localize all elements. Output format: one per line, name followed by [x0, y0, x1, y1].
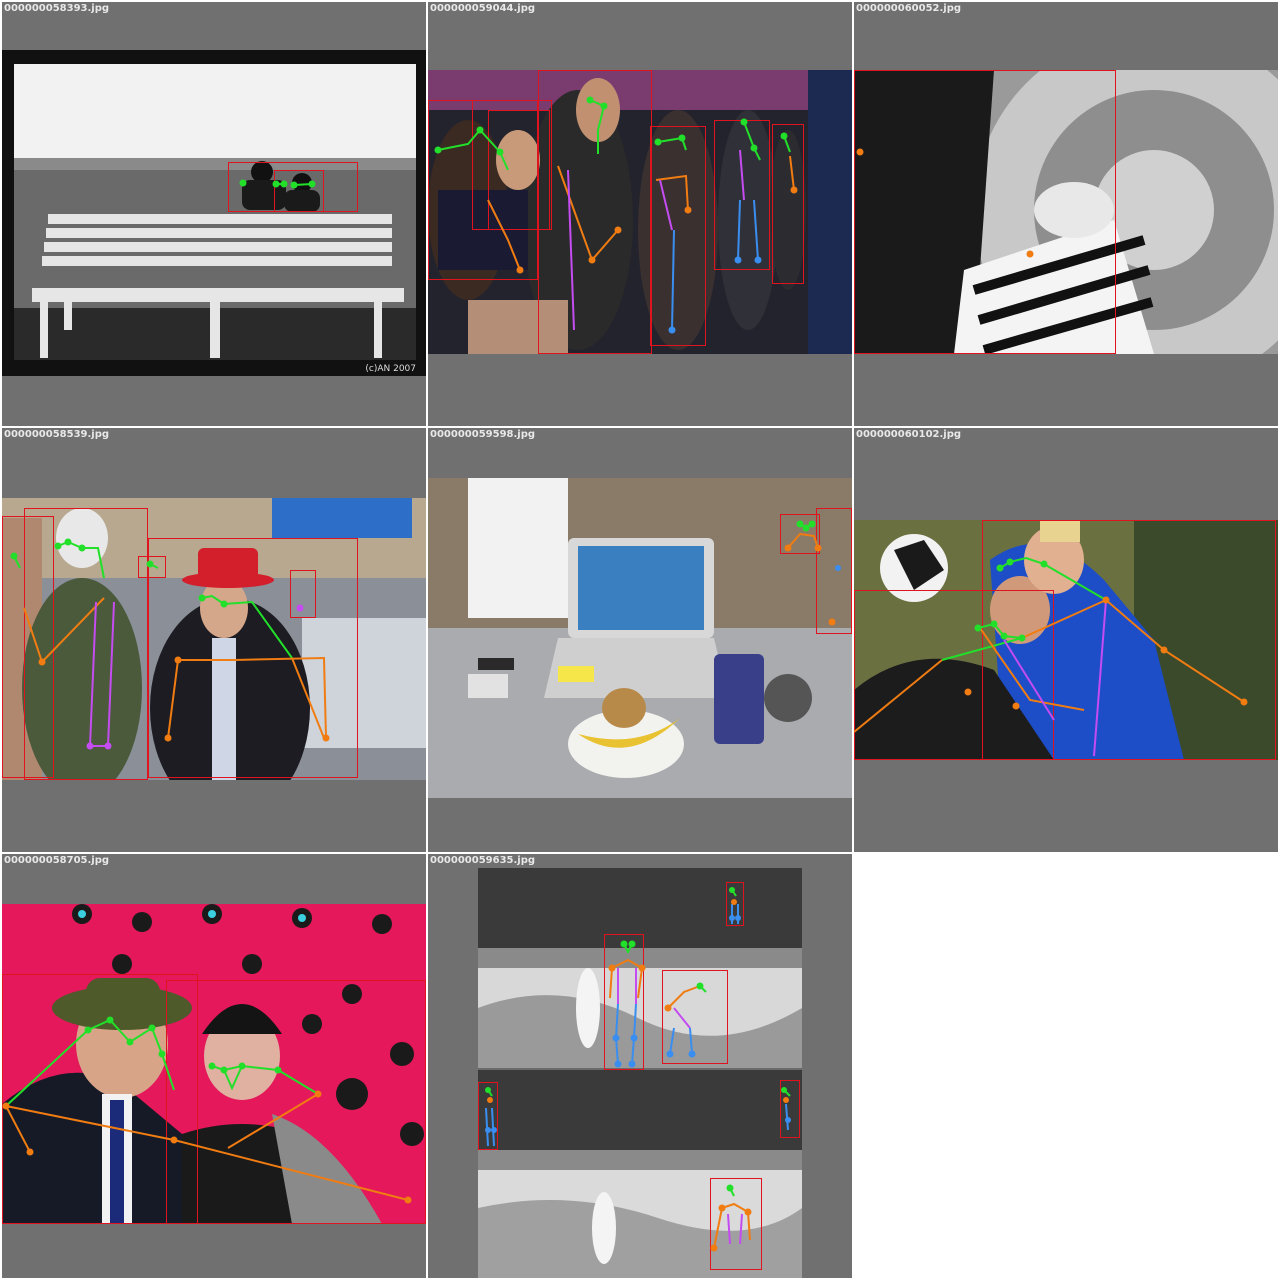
pose-skeleton: [10, 538, 330, 750]
tile-filename: 000000058539.jpg: [4, 429, 110, 440]
image-tile-1: 000000058393.jpg (c)AN 2007: [2, 2, 426, 426]
tile-filename: 000000059598.jpg: [430, 429, 536, 440]
pose-skeleton: [856, 148, 1034, 258]
pose-skeleton: [434, 96, 798, 334]
image-tile-2: 000000059044.jpg: [428, 2, 852, 426]
tile-filename: 000000060102.jpg: [856, 429, 962, 440]
photo: [428, 478, 852, 798]
pose-skeleton: [239, 179, 316, 189]
photo: [854, 70, 1278, 354]
pose-skeleton: [485, 887, 791, 1252]
image-tile-8: 000000059635.jpg: [428, 854, 852, 1278]
photo: (c)AN 2007: [2, 50, 426, 376]
watermark: (c)AN 2007: [365, 364, 416, 374]
photo: [478, 868, 802, 1278]
pose-skeleton: [784, 520, 841, 626]
tile-filename: 000000058705.jpg: [4, 855, 110, 866]
tile-filename: 000000058393.jpg: [4, 3, 110, 14]
image-tile-7: 000000058705.jpg: [2, 854, 426, 1278]
pose-skeleton: [854, 556, 1248, 757]
pose-skeleton: [2, 1016, 412, 1204]
photo: [854, 520, 1278, 760]
photo: [2, 904, 426, 1224]
image-tile-3: 000000060052.jpg: [854, 2, 1278, 426]
tile-filename: 000000059044.jpg: [430, 3, 536, 14]
tile-filename: 000000060052.jpg: [856, 3, 962, 14]
photo: [2, 498, 426, 780]
photo: [428, 70, 852, 354]
image-tile-4: 000000058539.jpg: [2, 428, 426, 852]
image-tile-5: 000000059598.jpg: [428, 428, 852, 852]
image-tile-6: 000000060102.jpg: [854, 428, 1278, 852]
tile-filename: 000000059635.jpg: [430, 855, 536, 866]
